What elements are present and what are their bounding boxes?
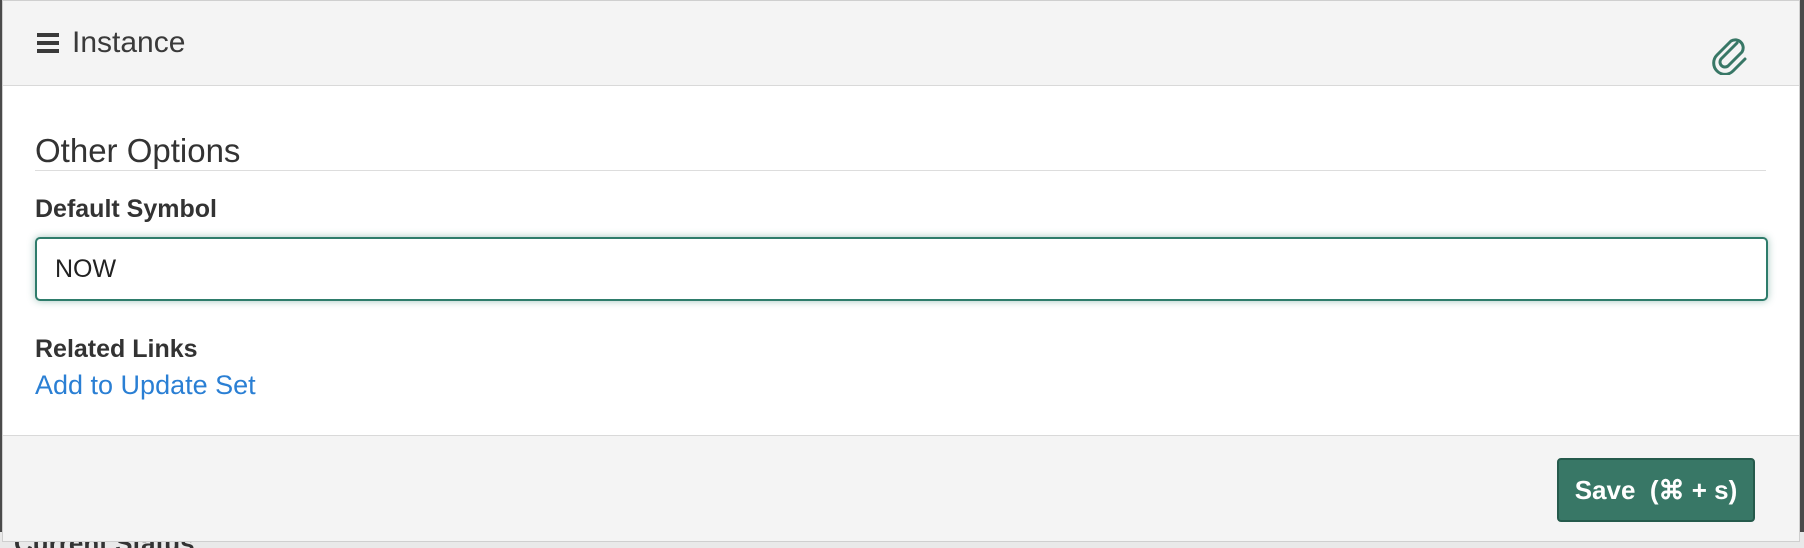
default-symbol-input[interactable]: [35, 237, 1768, 301]
add-to-update-set-link[interactable]: Add to Update Set: [35, 369, 256, 401]
instance-modal: Instance Other Options Default Symbol Re…: [2, 0, 1800, 542]
modal-title: Instance: [72, 26, 186, 59]
default-symbol-label: Default Symbol: [35, 195, 217, 223]
paperclip-icon[interactable]: [1707, 31, 1751, 76]
section-title: Other Options: [35, 132, 241, 169]
modal-footer: Save (⌘ + s): [3, 435, 1799, 541]
modal-body: Other Options Default Symbol Related Lin…: [3, 86, 1799, 435]
related-links-label: Related Links: [35, 335, 198, 363]
hamburger-menu-icon[interactable]: [37, 33, 59, 53]
save-button[interactable]: Save (⌘ + s): [1557, 458, 1755, 522]
modal-header: Instance: [3, 1, 1799, 86]
section-divider: [35, 170, 1766, 171]
